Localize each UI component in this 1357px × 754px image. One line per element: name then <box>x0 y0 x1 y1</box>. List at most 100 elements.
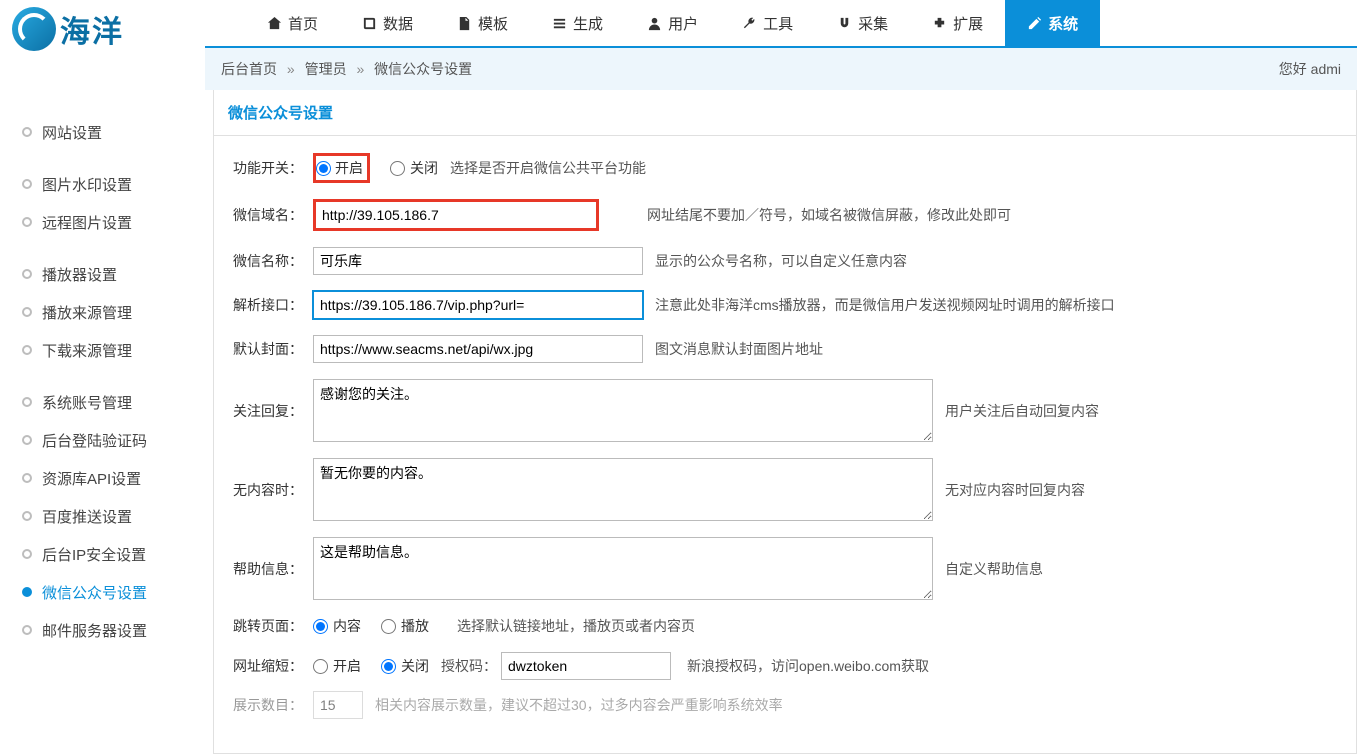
nav-user[interactable]: 用户 <box>625 0 720 46</box>
nav-list[interactable]: 生成 <box>530 0 625 46</box>
short-on-radio-label[interactable]: 开启 <box>313 656 361 676</box>
switch-off-radio-label[interactable]: 关闭 <box>390 158 438 178</box>
breadcrumb: 后台首页 » 管理员 » 微信公众号设置 <box>221 59 472 79</box>
sidebar-item[interactable]: 下载来源管理 <box>0 331 205 369</box>
nav-book[interactable]: 数据 <box>340 0 435 46</box>
empty-label: 无内容时： <box>228 480 303 500</box>
logo-text: 海洋 <box>60 7 124 51</box>
jump-content-radio[interactable] <box>313 619 328 634</box>
jump-play-radio-label[interactable]: 播放 <box>381 616 429 636</box>
switch-on-radio[interactable] <box>316 161 331 176</box>
jump-play-radio[interactable] <box>381 619 396 634</box>
nav-label: 工具 <box>763 13 793 34</box>
bullet-icon <box>22 397 32 407</box>
bullet-icon <box>22 549 32 559</box>
count-hint: 相关内容展示数量，建议不超过30，过多内容会严重影响系统效率 <box>375 695 783 715</box>
short-label: 网址缩短： <box>228 656 303 676</box>
breadcrumb-item[interactable]: 管理员 <box>305 61 347 77</box>
nav-puzzle[interactable]: 扩展 <box>910 0 1005 46</box>
switch-on-text: 开启 <box>335 158 363 178</box>
sidebar-item-label: 下载来源管理 <box>42 340 132 361</box>
help-textarea[interactable]: 这是帮助信息。 <box>313 537 933 600</box>
topnav: 首页 数据 模板生成用户 工具 采集 扩展 系统 <box>205 0 1357 48</box>
sidebar-item-label: 后台登陆验证码 <box>42 430 147 451</box>
bullet-icon <box>22 127 32 137</box>
sidebar-item[interactable]: 后台IP安全设置 <box>0 535 205 573</box>
greeting: 您好 admi <box>1279 59 1341 79</box>
bullet-icon <box>22 217 32 227</box>
breadcrumb-item: 微信公众号设置 <box>374 61 472 77</box>
short-on-radio[interactable] <box>313 659 328 674</box>
count-input[interactable] <box>313 691 363 719</box>
jump-content-radio-label[interactable]: 内容 <box>313 616 361 636</box>
sidebar-item[interactable]: 播放来源管理 <box>0 293 205 331</box>
nav-file[interactable]: 模板 <box>435 0 530 46</box>
sidebar-item-label: 邮件服务器设置 <box>42 620 147 641</box>
switch-on-highlight: 开启 <box>313 153 370 183</box>
switch-off-radio[interactable] <box>390 161 405 176</box>
short-hint: 新浪授权码，访问open.weibo.com获取 <box>687 656 929 676</box>
api-input[interactable] <box>313 291 643 319</box>
domain-input[interactable] <box>316 202 596 228</box>
jump-hint: 选择默认链接地址，播放页或者内容页 <box>457 616 695 636</box>
sidebar-item-label: 远程图片设置 <box>42 212 132 233</box>
sidebar-item[interactable]: 后台登陆验证码 <box>0 421 205 459</box>
sidebar-item[interactable]: 图片水印设置 <box>0 165 205 203</box>
help-label: 帮助信息： <box>228 559 303 579</box>
sidebar-item[interactable]: 百度推送设置 <box>0 497 205 535</box>
nav-wrench[interactable]: 工具 <box>720 0 815 46</box>
help-hint: 自定义帮助信息 <box>945 559 1043 579</box>
bullet-icon <box>22 269 32 279</box>
sidebar-item[interactable]: 远程图片设置 <box>0 203 205 241</box>
bullet-icon <box>22 511 32 521</box>
api-label: 解析接口： <box>228 295 303 315</box>
nav-label: 数据 <box>383 13 413 34</box>
jump-label: 跳转页面： <box>228 616 303 636</box>
short-off-radio[interactable] <box>381 659 396 674</box>
bullet-icon <box>22 435 32 445</box>
empty-textarea[interactable]: 暂无你要的内容。 <box>313 458 933 521</box>
book-icon <box>362 16 377 31</box>
list-icon <box>552 16 567 31</box>
count-label: 展示数目： <box>228 695 303 715</box>
sidebar-item-label: 图片水印设置 <box>42 174 132 195</box>
edit-icon <box>1027 16 1042 31</box>
short-code-label: 授权码： <box>441 656 497 676</box>
panel-title: 微信公众号设置 <box>214 90 1356 136</box>
sidebar-item-label: 微信公众号设置 <box>42 582 147 603</box>
api-hint: 注意此处非海洋cms播放器，而是微信用户发送视频网址时调用的解析接口 <box>655 295 1115 315</box>
short-off-radio-label[interactable]: 关闭 <box>381 656 429 676</box>
user-icon <box>647 16 662 31</box>
name-input[interactable] <box>313 247 643 275</box>
empty-hint: 无对应内容时回复内容 <box>945 480 1085 500</box>
logo-icon <box>12 7 56 51</box>
cover-label: 默认封面： <box>228 339 303 359</box>
sidebar-item-label: 播放来源管理 <box>42 302 132 323</box>
sidebar-item[interactable]: 资源库API设置 <box>0 459 205 497</box>
puzzle-icon <box>932 16 947 31</box>
sidebar-item-label: 百度推送设置 <box>42 506 132 527</box>
follow-textarea[interactable]: 感谢您的关注。 <box>313 379 933 442</box>
cover-input[interactable] <box>313 335 643 363</box>
short-code-input[interactable] <box>501 652 671 680</box>
nav-magnet[interactable]: 采集 <box>815 0 910 46</box>
sidebar-item[interactable]: 播放器设置 <box>0 255 205 293</box>
follow-hint: 用户关注后自动回复内容 <box>945 401 1099 421</box>
sidebar-item[interactable]: 邮件服务器设置 <box>0 611 205 649</box>
sidebar-item-label: 系统账号管理 <box>42 392 132 413</box>
sidebar-item[interactable]: 微信公众号设置 <box>0 573 205 611</box>
home-icon <box>267 16 282 31</box>
nav-home[interactable]: 首页 <box>245 0 340 46</box>
follow-label: 关注回复： <box>228 401 303 421</box>
sidebar-item[interactable]: 系统账号管理 <box>0 383 205 421</box>
name-label: 微信名称： <box>228 251 303 271</box>
nav-edit[interactable]: 系统 <box>1005 0 1100 46</box>
bullet-icon <box>22 307 32 317</box>
settings-panel: 微信公众号设置 功能开关： 开启 关闭 选择 <box>213 90 1357 754</box>
sidebar-item[interactable]: 网站设置 <box>0 113 205 151</box>
sidebar-item-label: 播放器设置 <box>42 264 117 285</box>
breadcrumb-item[interactable]: 后台首页 <box>221 61 277 77</box>
bullet-icon <box>22 473 32 483</box>
switch-label: 功能开关： <box>228 158 303 178</box>
nav-label: 扩展 <box>953 13 983 34</box>
